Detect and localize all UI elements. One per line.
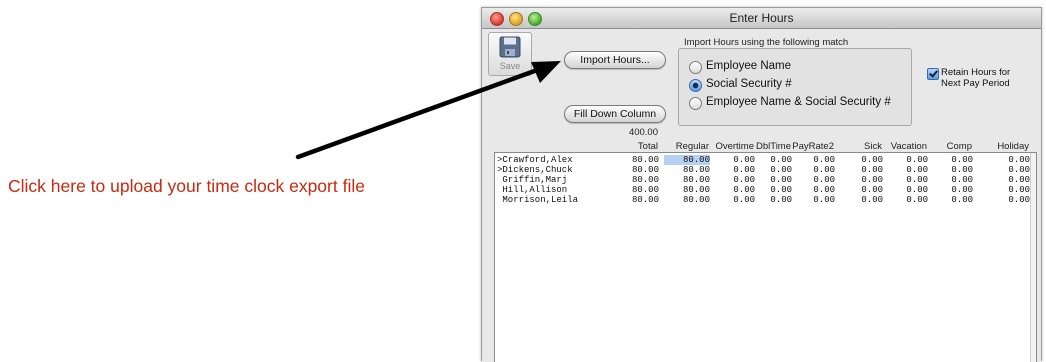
arrow-pointer-icon bbox=[295, 61, 561, 160]
